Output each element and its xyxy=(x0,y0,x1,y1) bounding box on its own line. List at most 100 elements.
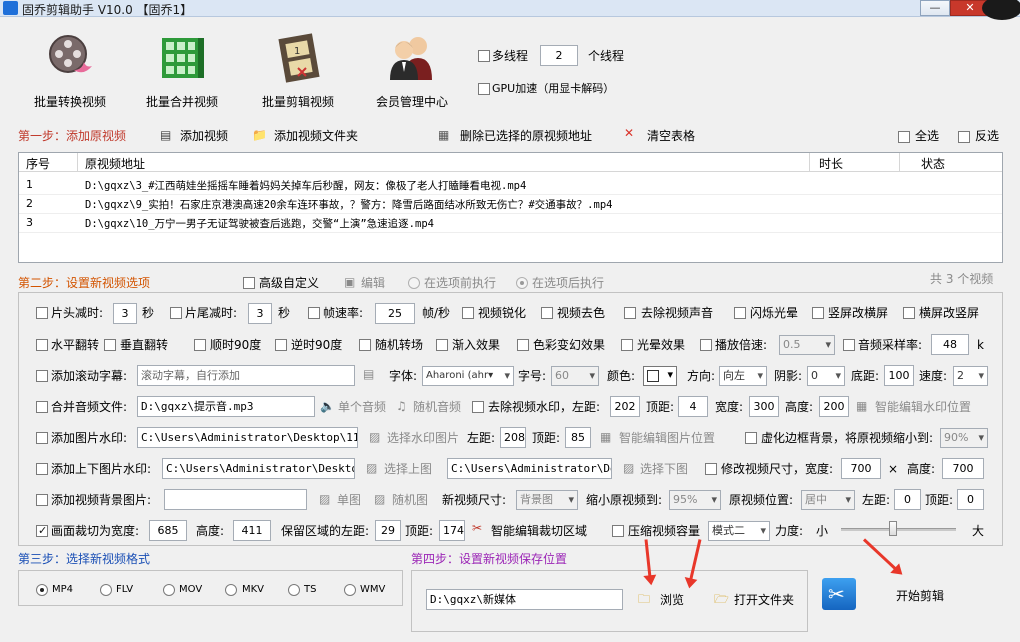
bottom-image-path[interactable]: C:\Users\Administrator\Desk xyxy=(447,458,612,479)
delete-selected-button[interactable]: 删除已选择的原视频地址 xyxy=(460,128,592,144)
bg-image-path[interactable] xyxy=(164,489,307,510)
audio-path-input[interactable]: D:\gqxz\提示音.mp3 xyxy=(137,396,315,417)
invert-label[interactable]: 反选 xyxy=(975,128,999,144)
head-cut-checkbox[interactable] xyxy=(36,307,48,319)
format-radio-mp4[interactable] xyxy=(36,584,48,596)
keep-left-input[interactable]: 29 xyxy=(375,520,401,541)
watermark-width-input[interactable]: 300 xyxy=(749,396,779,417)
image-watermark-checkbox[interactable] xyxy=(36,432,48,444)
advanced-custom-checkbox[interactable] xyxy=(243,277,255,289)
rot90cw-checkbox[interactable] xyxy=(194,339,206,351)
smart-watermark-button[interactable]: 智能编辑水印位置 xyxy=(875,399,971,415)
resize-height-input[interactable]: 700 xyxy=(942,458,984,479)
select-all-checkbox[interactable] xyxy=(898,131,910,143)
direction-select[interactable]: 向左 xyxy=(719,366,767,386)
scroll-subtitle-checkbox[interactable] xyxy=(36,370,48,382)
table-row[interactable]: 3 D:\gqxz\10_万宁一男子无证驾驶被查后逃跑，交警“上演”急速追逐.m… xyxy=(19,214,1002,233)
fade-in-checkbox[interactable] xyxy=(436,339,448,351)
head-cut-input[interactable]: 3 xyxy=(113,303,137,324)
fps-checkbox[interactable] xyxy=(308,307,320,319)
single-audio-button[interactable]: 单个音频 xyxy=(338,399,386,415)
save-path-input[interactable]: D:\gqxz\新媒体 xyxy=(426,589,623,610)
format-radio-ts[interactable] xyxy=(288,584,300,596)
sample-rate-input[interactable]: 48 xyxy=(931,334,969,355)
select-all-label[interactable]: 全选 xyxy=(915,128,939,144)
resize-width-input[interactable]: 700 xyxy=(841,458,881,479)
glow-checkbox[interactable] xyxy=(621,339,633,351)
position-select[interactable]: 居中 xyxy=(801,490,855,510)
fps-input[interactable]: 25 xyxy=(375,303,415,324)
img-left-input[interactable]: 208 xyxy=(500,427,526,448)
start-icon[interactable]: ✂ xyxy=(822,578,856,610)
tail-cut-checkbox[interactable] xyxy=(170,307,182,319)
start-button[interactable]: 开始剪辑 xyxy=(896,588,944,604)
thread-count-input[interactable]: 2 xyxy=(540,45,578,66)
size-select[interactable]: 60 xyxy=(551,366,599,386)
sharpen-checkbox[interactable] xyxy=(462,307,474,319)
table-row[interactable]: 2 D:\gqxz\9_实拍！石家庄京港澳高速20余车连环事故，？警方：降雪后路… xyxy=(19,195,1002,214)
strength-slider-thumb[interactable] xyxy=(888,521,897,536)
speed-checkbox[interactable] xyxy=(700,339,712,351)
compress-mode-select[interactable]: 模式二 xyxy=(708,521,770,541)
smart-image-button[interactable]: 智能编辑图片位置 xyxy=(619,430,715,446)
resize-checkbox[interactable] xyxy=(705,463,717,475)
edit-button[interactable]: 编辑 xyxy=(361,275,385,291)
compress-checkbox[interactable] xyxy=(612,525,624,537)
img-top-input[interactable]: 85 xyxy=(565,427,591,448)
watermark-top-input[interactable]: 4 xyxy=(678,396,708,417)
speed-select[interactable]: 0.5 xyxy=(779,335,835,355)
crop-height-input[interactable]: 411 xyxy=(233,520,271,541)
scroll-subtitle-input[interactable]: 滚动字幕，自行添加 xyxy=(137,365,355,386)
hflip-checkbox[interactable] xyxy=(36,339,48,351)
blur-scale-select[interactable]: 90% xyxy=(940,428,988,448)
add-folder-button[interactable]: 添加视频文件夹 xyxy=(274,128,358,144)
single-image-button[interactable]: 单图 xyxy=(337,492,361,508)
color-picker[interactable]: ▾ xyxy=(643,366,677,386)
h2v-checkbox[interactable] xyxy=(903,307,915,319)
random-image-button[interactable]: 随机图 xyxy=(392,492,428,508)
format-radio-wmv[interactable] xyxy=(344,584,356,596)
color-effect-checkbox[interactable] xyxy=(517,339,529,351)
random-transition-checkbox[interactable] xyxy=(359,339,371,351)
member-center-button[interactable]: 会员管理中心 xyxy=(364,30,460,112)
choose-watermark-button[interactable]: 选择水印图片 xyxy=(387,430,459,446)
sample-rate-checkbox[interactable] xyxy=(843,339,855,351)
watermark-left-input[interactable]: 202 xyxy=(610,396,640,417)
browse-button[interactable]: 浏览 xyxy=(660,592,684,608)
keep-top-input[interactable]: 174 xyxy=(439,520,465,541)
batch-cut-button[interactable]: 1 批量剪辑视频 xyxy=(250,30,346,112)
top-image-path[interactable]: C:\Users\Administrator\Desktop\i xyxy=(162,458,355,479)
add-video-button[interactable]: 添加视频 xyxy=(180,128,228,144)
after-option-radio[interactable] xyxy=(516,277,528,289)
crop-width-input[interactable]: 685 xyxy=(149,520,187,541)
clear-table-button[interactable]: 清空表格 xyxy=(647,128,695,144)
rot90ccw-checkbox[interactable] xyxy=(275,339,287,351)
bg-left-input[interactable]: 0 xyxy=(894,489,921,510)
crop-checkbox[interactable] xyxy=(36,525,48,537)
choose-bottom-button[interactable]: 选择下图 xyxy=(640,461,688,477)
v2h-checkbox[interactable] xyxy=(812,307,824,319)
batch-merge-button[interactable]: 批量合并视频 xyxy=(134,30,230,112)
flash-checkbox[interactable] xyxy=(734,307,746,319)
font-select[interactable]: Aharoni (ahr▾ xyxy=(422,366,514,386)
video-table[interactable]: 序号 原视频地址 时长 状态 1 D:\gqxz\3_#江西萌娃坐摇摇车睡着妈妈… xyxy=(18,152,1003,263)
batch-convert-button[interactable]: 批量转换视频 xyxy=(22,30,118,112)
remove-audio-checkbox[interactable] xyxy=(624,307,636,319)
top-bottom-watermark-checkbox[interactable] xyxy=(36,463,48,475)
open-folder-button[interactable]: 打开文件夹 xyxy=(734,592,794,608)
strength-slider-track[interactable] xyxy=(841,528,956,531)
shadow-select[interactable]: 0 xyxy=(807,366,845,386)
decolor-checkbox[interactable] xyxy=(541,307,553,319)
bg-top-input[interactable]: 0 xyxy=(957,489,984,510)
watermark-height-input[interactable]: 200 xyxy=(819,396,849,417)
smart-crop-button[interactable]: 智能编辑裁切区域 xyxy=(491,523,587,539)
choose-top-button[interactable]: 选择上图 xyxy=(384,461,432,477)
bottom-input[interactable]: 100 xyxy=(884,365,914,386)
format-radio-mkv[interactable] xyxy=(225,584,237,596)
blur-bg-checkbox[interactable] xyxy=(745,432,757,444)
vflip-checkbox[interactable] xyxy=(104,339,116,351)
minimize-button[interactable]: — xyxy=(920,0,950,16)
image-watermark-path[interactable]: C:\Users\Administrator\Desktop\111.j xyxy=(137,427,358,448)
bg-image-checkbox[interactable] xyxy=(36,494,48,506)
remove-watermark-checkbox[interactable] xyxy=(472,401,484,413)
